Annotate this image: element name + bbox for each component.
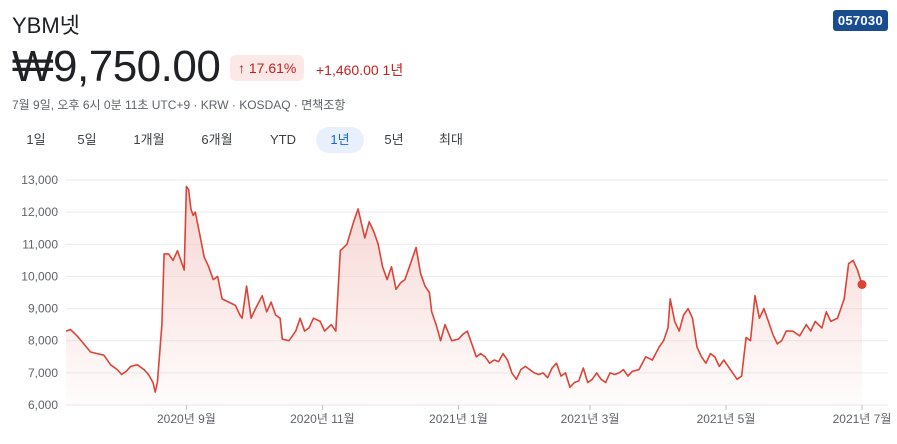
tab-1-day[interactable]: 1일: [12, 127, 60, 153]
y-tick-label: 13,000: [21, 173, 58, 187]
y-tick-label: 7,000: [28, 366, 58, 380]
absolute-change: +1,460.00 1년: [316, 62, 404, 78]
x-tick-label: 2020년 11월: [290, 412, 355, 426]
tab-ytd[interactable]: YTD: [250, 127, 316, 153]
y-tick-label: 6,000: [28, 398, 58, 412]
y-tick-label: 11,000: [22, 237, 58, 251]
percent-change-badge: ↑ 17.61%: [230, 55, 305, 81]
tab-5-day[interactable]: 5일: [60, 127, 114, 153]
tab-max[interactable]: 최대: [424, 127, 478, 153]
current-price: ₩9,750.00: [12, 42, 221, 91]
page-title: YBM넷: [12, 13, 80, 38]
percent-change-value: 17.61%: [248, 60, 297, 76]
y-tick-label: 12,000: [21, 205, 58, 219]
price-chart[interactable]: 13,000 12,000 11,000 10,000 9,000 8,000 7,000 6…: [0, 165, 897, 444]
y-tick-label: 9,000: [28, 302, 58, 316]
tab-1-month[interactable]: 1개월: [114, 127, 184, 153]
x-tick-label: 2020년 9월: [157, 412, 216, 426]
y-tick-label: 10,000: [21, 269, 58, 283]
tab-6-month[interactable]: 6개월: [184, 127, 250, 153]
tab-5-year[interactable]: 5년: [364, 127, 424, 153]
x-tick-label: 2021년 7월: [833, 412, 892, 426]
current-price-marker: [857, 279, 867, 289]
quote-meta-info: 7월 9일, 오후 6시 0분 11초 UTC+9 · KRW · KOSDAQ…: [12, 98, 346, 112]
y-tick-label: 8,000: [28, 334, 58, 348]
ticker-badge[interactable]: 057030: [832, 10, 888, 31]
tab-1-year[interactable]: 1년: [316, 127, 364, 153]
arrow-up-icon: ↑: [238, 60, 245, 76]
x-tick-label: 2021년 3월: [561, 412, 620, 426]
x-tick-label: 2021년 1월: [429, 412, 488, 426]
range-tabs: 1일 5일 1개월 6개월 YTD 1년 5년 최대: [12, 127, 478, 153]
x-tick-label: 2021년 5월: [697, 412, 756, 426]
